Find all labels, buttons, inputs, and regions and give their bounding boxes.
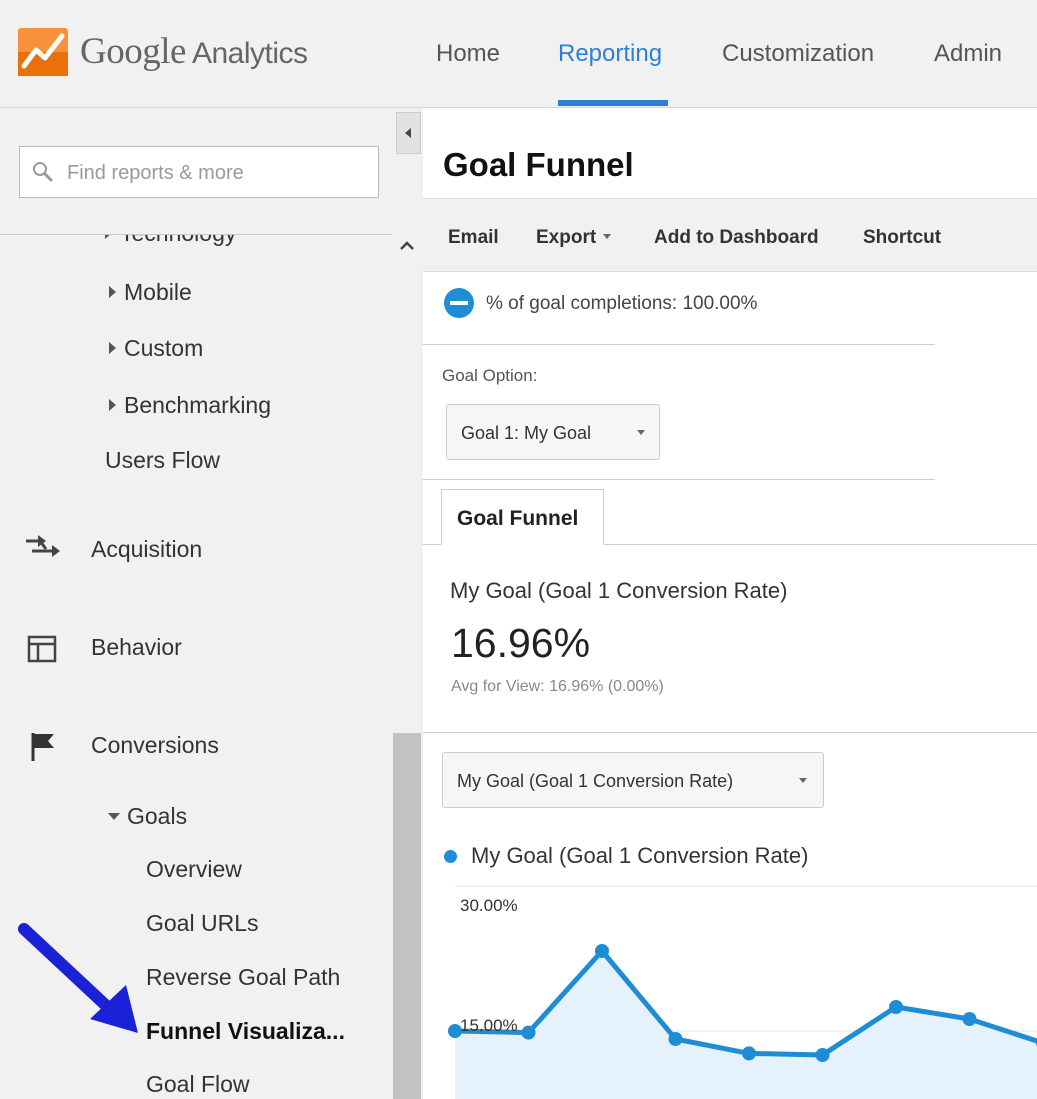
data-point[interactable]: [962, 1012, 977, 1026]
segment-icon[interactable]: [444, 288, 474, 318]
email-button[interactable]: Email: [448, 227, 499, 249]
data-point[interactable]: [595, 944, 609, 958]
add-to-dashboard-button[interactable]: Add to Dashboard: [654, 227, 819, 249]
data-point[interactable]: [889, 1000, 903, 1014]
main-content: Goal Funnel Email Export Add to Dashboar…: [423, 108, 1037, 1099]
sidebar-item-goal-flow[interactable]: Goal Flow: [146, 1071, 250, 1098]
chevron-down-icon: [637, 430, 645, 435]
sidebar-item-users-flow[interactable]: Users Flow: [105, 447, 220, 474]
goal-option-select[interactable]: Goal 1: My Goal: [446, 404, 660, 460]
metric-avg: Avg for View: 16.96% (0.00%): [451, 678, 664, 695]
brand-google: Google: [80, 31, 186, 72]
segment-label: % of goal completions: 100.00%: [486, 293, 758, 314]
flag-icon: [31, 733, 54, 761]
collapse-arrow-icon: [108, 813, 120, 820]
sidebar-item-goal-urls[interactable]: Goal URLs: [146, 910, 258, 937]
collapse-sidebar-button[interactable]: [396, 112, 421, 154]
scroll-up-icon[interactable]: [398, 238, 416, 254]
sidebar-item-conversions[interactable]: Conversions: [91, 732, 219, 759]
nav-customization[interactable]: Customization: [722, 40, 874, 68]
legend-label: My Goal (Goal 1 Conversion Rate): [471, 843, 809, 868]
data-point[interactable]: [742, 1046, 756, 1061]
sidebar-item-acquisition[interactable]: Acquisition: [91, 536, 202, 563]
conversion-rate-chart[interactable]: 30.00% 15.00%: [423, 868, 1037, 1099]
sidebar-item-mobile[interactable]: Mobile: [109, 279, 192, 306]
analytics-logo-icon: [18, 28, 68, 76]
sidebar-item-label: Technology: [120, 235, 236, 246]
nav-admin[interactable]: Admin: [934, 40, 1002, 68]
tab-label: Goal Funnel: [457, 507, 579, 530]
sidebar-item-label: Mobile: [124, 279, 192, 305]
data-point[interactable]: [521, 1025, 536, 1040]
behavior-icon: [27, 635, 57, 663]
sidebar-item-label: Benchmarking: [124, 392, 272, 418]
sidebar-item-technology[interactable]: Technology: [105, 235, 236, 247]
expand-arrow-icon: [105, 235, 112, 239]
nav-reporting[interactable]: Reporting: [558, 40, 662, 68]
shortcut-button[interactable]: Shortcut: [863, 227, 941, 249]
goal-option-label: Goal Option:: [442, 366, 538, 385]
active-nav-indicator: [558, 100, 668, 106]
sidebar-item-reverse-goal-path[interactable]: Reverse Goal Path: [146, 964, 340, 991]
goal-option-value: Goal 1: My Goal: [461, 423, 592, 443]
sidebar-item-funnel-visualization[interactable]: Funnel Visualiza...: [146, 1018, 345, 1045]
expand-arrow-icon: [109, 342, 116, 354]
sidebar-item-goals[interactable]: Goals: [108, 803, 187, 830]
acquisition-icon: [26, 535, 60, 557]
sidebar-item-benchmarking[interactable]: Benchmarking: [109, 392, 271, 419]
sidebar-item-label: Goals: [127, 803, 188, 829]
sidebar-item-custom[interactable]: Custom: [109, 335, 203, 362]
data-point[interactable]: [815, 1048, 830, 1062]
brand-analytics: Analytics: [191, 37, 308, 70]
y-tick-label: 15.00%: [460, 1016, 518, 1035]
metric-name: My Goal (Goal 1 Conversion Rate): [450, 578, 788, 603]
chevron-down-icon: [603, 234, 612, 239]
expand-arrow-icon: [109, 399, 116, 411]
divider: [423, 344, 935, 345]
brand-name[interactable]: Google Analytics: [80, 30, 308, 73]
tab-goal-funnel[interactable]: Goal Funnel: [441, 489, 604, 545]
top-bar: Google Analytics Home Reporting Customiza…: [0, 0, 1037, 108]
sidebar-item-label: Custom: [124, 335, 204, 361]
divider: [423, 479, 935, 480]
expand-arrow-icon: [109, 286, 116, 298]
legend-marker: [444, 850, 457, 863]
page-title: Goal Funnel: [443, 146, 634, 183]
series-area: [455, 951, 1037, 1099]
nav-home[interactable]: Home: [436, 40, 500, 68]
search-placeholder: Find reports & more: [67, 162, 244, 184]
y-tick-label: 30.00%: [460, 896, 518, 915]
search-icon: [33, 162, 53, 182]
search-input[interactable]: Find reports & more: [19, 146, 379, 198]
sidebar-item-overview[interactable]: Overview: [146, 856, 242, 883]
chevron-down-icon: [799, 778, 807, 783]
chart-metric-value: My Goal (Goal 1 Conversion Rate): [457, 771, 734, 791]
chart-metric-select[interactable]: My Goal (Goal 1 Conversion Rate): [442, 752, 824, 808]
data-point[interactable]: [668, 1032, 683, 1046]
export-button[interactable]: Export: [536, 227, 612, 249]
sidebar-scrollbar-thumb[interactable]: [393, 733, 421, 1099]
divider: [423, 732, 1037, 733]
sidebar-item-behavior[interactable]: Behavior: [91, 634, 182, 661]
report-toolbar: Email Export Add to Dashboard Shortcut: [423, 198, 1037, 272]
export-label: Export: [536, 227, 597, 248]
metric-value: 16.96%: [451, 620, 591, 666]
annotation-arrow-icon: [18, 923, 138, 1033]
